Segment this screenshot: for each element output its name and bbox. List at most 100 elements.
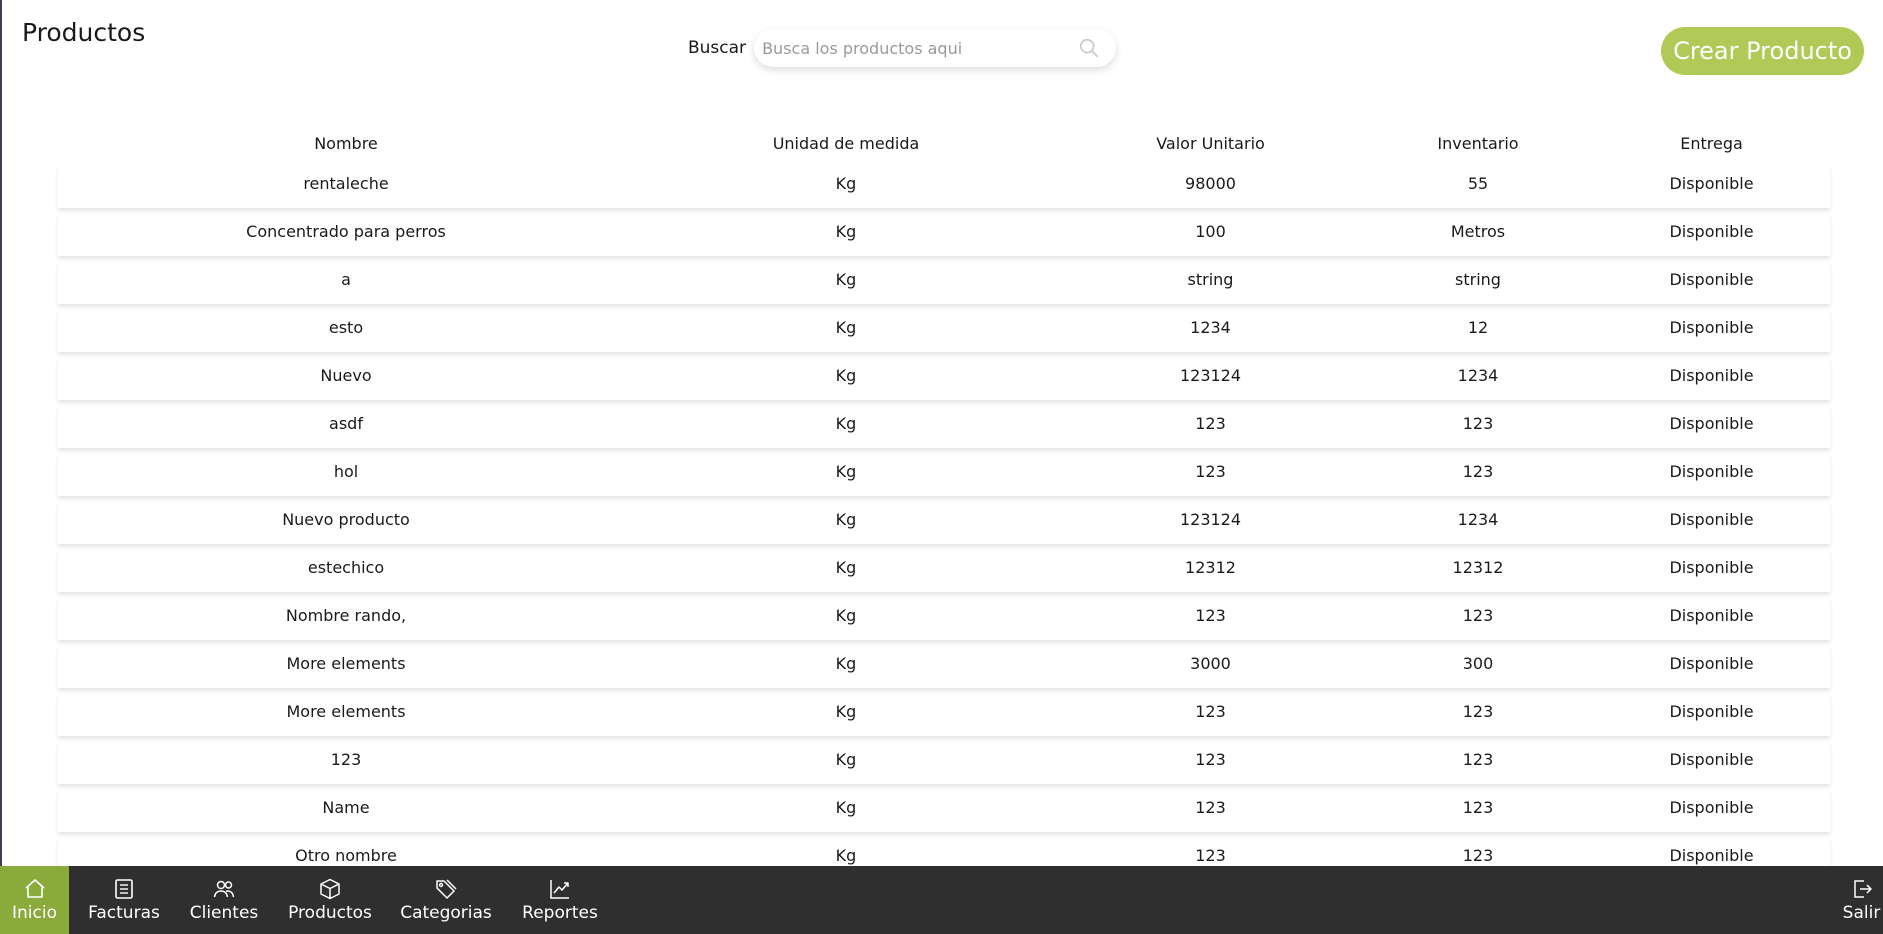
nav-label-reportes: Reportes bbox=[522, 903, 598, 923]
cell-inventario: 55 bbox=[1467, 173, 1489, 193]
search-box[interactable] bbox=[754, 29, 1117, 67]
nav-item-facturas[interactable]: Facturas bbox=[80, 866, 168, 934]
nav-label-inicio: Inicio bbox=[12, 903, 57, 923]
column-header-inventario: Inventario bbox=[1437, 133, 1519, 153]
cell-unidad: Kg bbox=[835, 509, 857, 529]
table-row[interactable]: hol Kg 123 123 Disponible bbox=[58, 454, 1830, 496]
cell-unidad: Kg bbox=[835, 317, 857, 337]
cell-entrega: Disponible bbox=[1669, 653, 1754, 673]
logout-icon bbox=[1853, 880, 1872, 898]
cell-entrega: Disponible bbox=[1669, 221, 1754, 241]
cell-valor: string bbox=[1187, 269, 1234, 289]
column-header-valor: Valor Unitario bbox=[1156, 133, 1265, 153]
cell-unidad: Kg bbox=[835, 701, 857, 721]
table-header: Nombre Unidad de medida Valor Unitario I… bbox=[58, 130, 1830, 156]
cell-valor: 123 bbox=[1195, 797, 1226, 817]
cell-nombre: hol bbox=[333, 461, 359, 481]
cell-valor: 123 bbox=[1195, 701, 1226, 721]
table-row[interactable]: Nombre rando, Kg 123 123 Disponible bbox=[58, 598, 1830, 640]
nav-label-clientes: Clientes bbox=[189, 903, 259, 923]
cell-nombre: Concentrado para perros bbox=[246, 221, 446, 241]
cell-valor: 123124 bbox=[1179, 365, 1242, 385]
table-row[interactable]: asdf Kg 123 123 Disponible bbox=[58, 406, 1830, 448]
cell-unidad: Kg bbox=[835, 605, 857, 625]
nav-item-categorias[interactable]: Categorias bbox=[398, 866, 494, 934]
cell-unidad: Kg bbox=[835, 413, 857, 433]
cell-entrega: Disponible bbox=[1669, 269, 1754, 289]
bottom-nav: Inicio Facturas Clientes Productos Categ… bbox=[0, 866, 1883, 934]
search-bar: Buscar bbox=[688, 28, 1117, 68]
table-row[interactable]: esto Kg 1234 12 Disponible bbox=[58, 310, 1830, 352]
table-row[interactable]: rentaleche Kg 98000 55 Disponible bbox=[58, 166, 1830, 208]
table-row[interactable]: Name Kg 123 123 Disponible bbox=[58, 790, 1830, 832]
cell-unidad: Kg bbox=[835, 461, 857, 481]
column-header-entrega: Entrega bbox=[1680, 133, 1743, 153]
cell-entrega: Disponible bbox=[1669, 413, 1754, 433]
cell-nombre: asdf bbox=[329, 413, 363, 433]
cell-valor: 12312 bbox=[1185, 557, 1236, 577]
cell-nombre: 123 bbox=[330, 749, 362, 769]
logout-button[interactable]: Salir bbox=[1840, 866, 1883, 934]
search-icon[interactable] bbox=[1078, 37, 1100, 59]
column-header-unidad: Unidad de medida bbox=[772, 133, 920, 153]
table-row[interactable]: Nuevo Kg 123124 1234 Disponible bbox=[58, 358, 1830, 400]
cell-unidad: Kg bbox=[835, 653, 857, 673]
cell-nombre: More elements bbox=[286, 701, 406, 721]
nav-label-productos: Productos bbox=[288, 903, 372, 923]
nav-item-productos[interactable]: Productos bbox=[283, 866, 377, 934]
cell-entrega: Disponible bbox=[1669, 557, 1754, 577]
nav-label-facturas: Facturas bbox=[88, 903, 160, 923]
cell-unidad: Kg bbox=[835, 269, 857, 289]
nav-item-clientes[interactable]: Clientes bbox=[184, 866, 264, 934]
cell-nombre: a bbox=[341, 269, 351, 289]
table-row[interactable]: Nuevo producto Kg 123124 1234 Disponible bbox=[58, 502, 1830, 544]
cell-valor: 123 bbox=[1195, 461, 1226, 481]
page-title: Productos bbox=[22, 18, 146, 47]
cell-nombre: Name bbox=[322, 797, 370, 817]
cell-unidad: Kg bbox=[835, 749, 857, 769]
cell-valor: 3000 bbox=[1190, 653, 1231, 673]
cell-inventario: 12312 bbox=[1452, 557, 1504, 577]
chart-icon bbox=[550, 880, 569, 899]
cell-entrega: Disponible bbox=[1669, 173, 1754, 193]
cell-valor: 100 bbox=[1195, 221, 1226, 241]
search-input[interactable] bbox=[754, 29, 1063, 67]
cell-nombre: rentaleche bbox=[303, 173, 389, 193]
cell-inventario: 123 bbox=[1462, 461, 1494, 481]
column-header-nombre: Nombre bbox=[314, 133, 378, 153]
nav-item-inicio[interactable]: Inicio bbox=[0, 866, 69, 934]
logout-label: Salir bbox=[1842, 903, 1881, 923]
table-row[interactable]: 123 Kg 123 123 Disponible bbox=[58, 742, 1830, 784]
table-row[interactable]: More elements Kg 123 123 Disponible bbox=[58, 694, 1830, 736]
cell-nombre: Nuevo producto bbox=[282, 509, 410, 529]
table-row[interactable]: Concentrado para perros Kg 100 Metros Dispon… bbox=[58, 214, 1830, 256]
cell-inventario: string bbox=[1455, 269, 1501, 289]
cell-valor: 1234 bbox=[1190, 317, 1231, 337]
cell-valor: 123 bbox=[1195, 413, 1226, 433]
left-edge-divider bbox=[0, 0, 2, 866]
nav-label-categorias: Categorias bbox=[400, 903, 492, 923]
cell-nombre: More elements bbox=[286, 653, 406, 673]
cell-nombre: Nombre rando, bbox=[285, 605, 407, 625]
cell-inventario: 1234 bbox=[1457, 365, 1499, 385]
cell-entrega: Disponible bbox=[1669, 317, 1754, 337]
cell-unidad: Kg bbox=[835, 221, 857, 241]
table-row[interactable]: More elements Kg 3000 300 Disponible bbox=[58, 646, 1830, 688]
create-product-button[interactable]: Crear Producto bbox=[1661, 27, 1864, 75]
users-icon bbox=[213, 880, 235, 898]
nav-item-reportes[interactable]: Reportes bbox=[518, 866, 602, 934]
cell-inventario: 123 bbox=[1462, 797, 1494, 817]
cell-entrega: Disponible bbox=[1669, 605, 1754, 625]
cell-inventario: 1234 bbox=[1457, 509, 1499, 529]
home-icon bbox=[24, 879, 45, 898]
cell-nombre: esto bbox=[328, 317, 364, 337]
cell-inventario: 12 bbox=[1467, 317, 1489, 337]
cell-unidad: Kg bbox=[835, 797, 857, 817]
cell-valor: 98000 bbox=[1185, 173, 1236, 193]
cell-inventario: Metros bbox=[1450, 221, 1506, 241]
cell-entrega: Disponible bbox=[1669, 749, 1754, 769]
table-row[interactable]: a Kg string string Disponible bbox=[58, 262, 1830, 304]
invoice-icon bbox=[115, 879, 133, 899]
cell-entrega: Disponible bbox=[1669, 461, 1754, 481]
table-row[interactable]: estechico Kg 12312 12312 Disponible bbox=[58, 550, 1830, 592]
